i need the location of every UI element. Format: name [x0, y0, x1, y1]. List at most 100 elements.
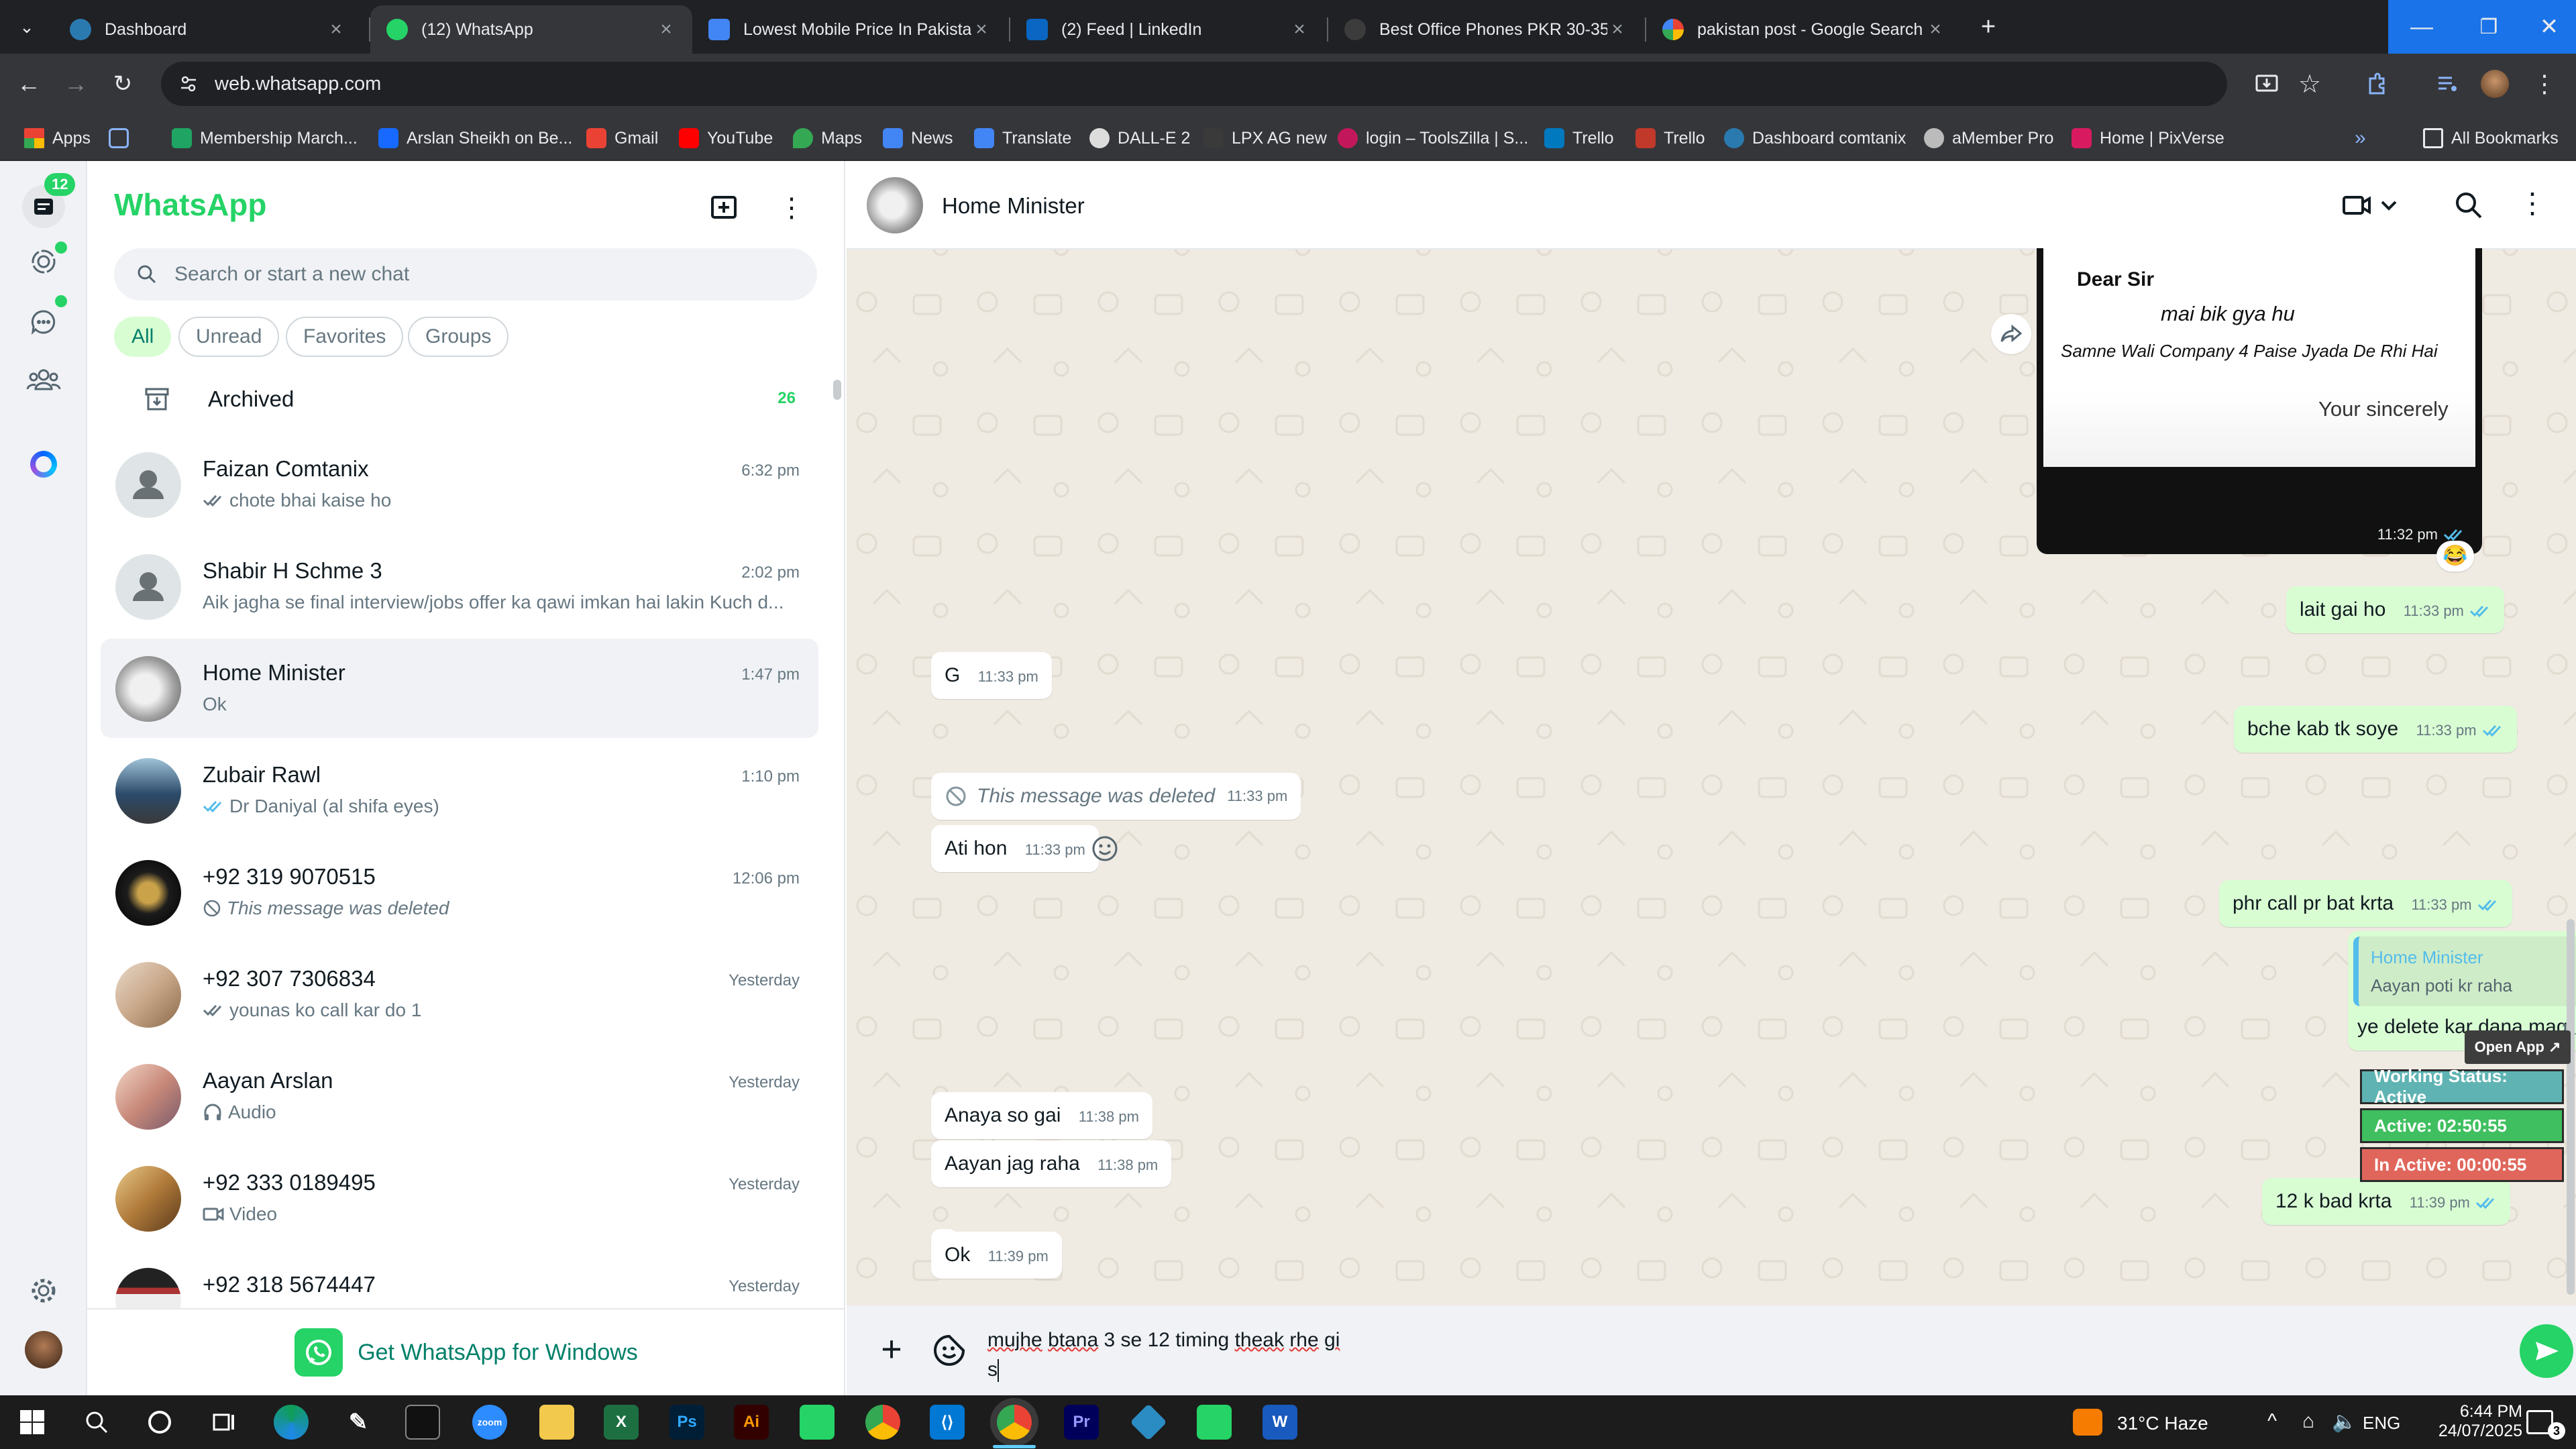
archived-row[interactable]: Archived 26 — [101, 372, 818, 425]
bookmark-pixverse[interactable]: Home | PixVerse — [2072, 125, 2224, 152]
send-button[interactable] — [2520, 1324, 2573, 1378]
tab-office-phones[interactable]: Best Office Phones PKR 30-35K × — [1328, 5, 1644, 54]
message-bubble[interactable]: G 11:33 pm — [931, 652, 1052, 699]
search-messages-button[interactable] — [2453, 189, 2485, 221]
message-bubble[interactable]: bche kab tk soye 11:33 pm — [2234, 706, 2517, 753]
filter-favorites[interactable]: Favorites — [286, 317, 404, 357]
media-controls-icon[interactable] — [2432, 68, 2463, 99]
network-icon[interactable]: ⌂ — [2302, 1410, 2314, 1433]
volume-icon[interactable]: 🔈 — [2332, 1410, 2357, 1434]
search-input[interactable]: Search or start a new chat — [114, 248, 817, 301]
site-info-icon[interactable] — [178, 74, 199, 94]
clock[interactable]: 6:44 PM 24/07/2025 — [2428, 1402, 2522, 1441]
bookmark-toolszilla[interactable]: login – ToolsZilla | S... — [1338, 125, 1528, 152]
minimize-button[interactable]: — — [2388, 0, 2455, 54]
forward-button[interactable]: → — [59, 67, 93, 101]
address-bar[interactable]: web.whatsapp.com — [161, 62, 2227, 106]
tab-linkedin[interactable]: (2) Feed | LinkedIn × — [1010, 5, 1326, 54]
image-message[interactable]: Dear Sir mai bik gya hu Samne Wali Compa… — [2037, 248, 2482, 554]
all-bookmarks-folder[interactable]: All Bookmarks — [2423, 125, 2559, 152]
deleted-message-bubble[interactable]: This message was deleted 11:33 pm — [931, 773, 1301, 820]
chat-row[interactable]: Shabir H Schme 3 2:02 pm Aik jagha se fi… — [101, 537, 818, 636]
tab-search-button[interactable]: ⌄ — [0, 0, 54, 54]
react-emoji-button[interactable] — [1089, 833, 1120, 864]
menu-kebab-icon[interactable]: ⋮ — [773, 189, 810, 227]
excel-icon[interactable]: X — [604, 1405, 639, 1440]
file-explorer-icon[interactable] — [539, 1405, 574, 1440]
browser-menu-icon[interactable]: ⋮ — [2529, 68, 2560, 99]
bookmark-apps[interactable]: Apps — [24, 125, 91, 152]
bookmark-trello-1[interactable]: Trello — [1544, 125, 1614, 152]
photoshop-icon[interactable]: Ps — [669, 1405, 704, 1440]
bookmark-star-icon[interactable]: ☆ — [2294, 68, 2325, 99]
taskbar-search-icon[interactable] — [79, 1405, 114, 1440]
message-bubble[interactable]: Ati hon 11:33 pm — [931, 825, 1099, 872]
close-icon[interactable]: × — [1607, 19, 1627, 40]
cortana-icon[interactable] — [142, 1405, 177, 1440]
message-bubble[interactable]: 12 k bad krta 11:39 pm — [2262, 1178, 2510, 1225]
close-icon[interactable]: × — [1925, 19, 1945, 40]
extensions-icon[interactable] — [2361, 68, 2392, 99]
app-diamond-icon[interactable] — [1130, 1403, 1167, 1441]
image-content[interactable]: Dear Sir mai bik gya hu Samne Wali Compa… — [2043, 248, 2475, 467]
back-button[interactable]: ← — [12, 67, 46, 101]
bookmark-gmail[interactable]: Gmail — [586, 125, 658, 152]
pen-tool-icon[interactable]: ✎ — [341, 1405, 376, 1440]
vscode-icon[interactable]: ⟨⟩ — [930, 1405, 965, 1440]
bookmark-behance[interactable]: Arslan Sheikh on Be... — [378, 125, 572, 152]
tab-whatsapp[interactable]: (12) WhatsApp × — [370, 5, 692, 54]
communities-nav-button[interactable] — [22, 358, 65, 401]
bookmark-news[interactable]: News — [883, 125, 953, 152]
bookmark-translate[interactable]: Translate — [974, 125, 1071, 152]
get-windows-app-banner[interactable]: Get WhatsApp for Windows — [87, 1308, 845, 1395]
message-bubble[interactable]: Ok 11:39 pm — [931, 1232, 1062, 1279]
sheets-app-icon[interactable] — [1197, 1405, 1232, 1440]
bookmark-membership[interactable]: Membership March... — [172, 125, 358, 152]
language-indicator[interactable]: ENG — [2363, 1413, 2400, 1434]
message-bubble[interactable]: lait gai ho 11:33 pm — [2286, 586, 2504, 633]
tab-dashboard[interactable]: Dashboard × — [54, 5, 362, 54]
message-bubble[interactable]: phr call pr bat krta 11:33 pm — [2219, 880, 2512, 927]
tab-google-search[interactable]: pakistan post - Google Search × — [1646, 5, 1962, 54]
close-icon[interactable]: × — [656, 19, 676, 40]
message-input[interactable]: mujhe btana 3 se 12 timing theak rhe gi … — [987, 1319, 2410, 1386]
open-app-button[interactable]: Open App ↗ — [2465, 1030, 2571, 1064]
premiere-icon[interactable]: Pr — [1064, 1405, 1099, 1440]
install-app-icon[interactable] — [2251, 68, 2282, 99]
bookmark-trello-2[interactable]: Trello — [1635, 125, 1705, 152]
conversation-scrollbar[interactable] — [2567, 919, 2575, 1295]
scrollbar-thumb[interactable] — [833, 380, 841, 400]
chat-row[interactable]: Aayan Arslan Yesterday Audio — [101, 1046, 818, 1146]
close-icon[interactable]: × — [1289, 19, 1309, 40]
contact-name[interactable]: Home Minister — [942, 193, 1085, 219]
reaction-badge[interactable]: 😂 — [2436, 541, 2474, 572]
filter-all[interactable]: All — [114, 317, 172, 357]
chat-row[interactable]: Zubair Rawl 1:10 pm Dr Daniyal (al shifa… — [101, 741, 818, 840]
profile-avatar[interactable] — [2479, 68, 2510, 99]
new-chat-button[interactable] — [706, 189, 743, 227]
restore-button[interactable]: ❐ — [2455, 0, 2522, 54]
tab-mobile-price[interactable]: Lowest Mobile Price In Pakistan × — [692, 5, 1008, 54]
message-bubble[interactable]: Anaya so gai 11:38 pm — [931, 1092, 1152, 1139]
conversation-menu-icon[interactable]: ⋮ — [2518, 186, 2546, 224]
close-icon[interactable]: × — [971, 19, 991, 40]
windows-start-icon[interactable] — [15, 1405, 50, 1440]
profile-avatar[interactable] — [22, 1328, 65, 1371]
sheets-app-icon[interactable] — [800, 1405, 835, 1440]
task-view-icon[interactable] — [207, 1405, 241, 1440]
filter-groups[interactable]: Groups — [408, 317, 509, 357]
zoom-icon[interactable]: zoom — [472, 1405, 507, 1440]
chat-row[interactable]: +92 307 7306834 Yesterday younas ko call… — [101, 945, 818, 1044]
bookmark-maps[interactable]: Maps — [793, 125, 862, 152]
contact-avatar[interactable] — [867, 177, 923, 233]
filter-unread[interactable]: Unread — [178, 317, 280, 357]
bookmark-dalle[interactable]: DALL-E 2 — [1089, 125, 1190, 152]
edge-icon[interactable] — [274, 1405, 309, 1440]
bookmark-lpx[interactable]: LPX AG new — [1203, 125, 1327, 152]
tray-chevron-up-icon[interactable]: ^ — [2267, 1410, 2277, 1433]
sticker-button[interactable] — [931, 1332, 967, 1368]
bookmark-dashboard-comtanix[interactable]: Dashboard comtanix — [1724, 125, 1906, 152]
chat-row[interactable]: Faizan Comtanix 6:32 pm chote bhai kaise… — [101, 435, 818, 534]
more-bookmarks-icon[interactable]: » — [2355, 125, 2366, 152]
illustrator-icon[interactable]: Ai — [734, 1405, 769, 1440]
